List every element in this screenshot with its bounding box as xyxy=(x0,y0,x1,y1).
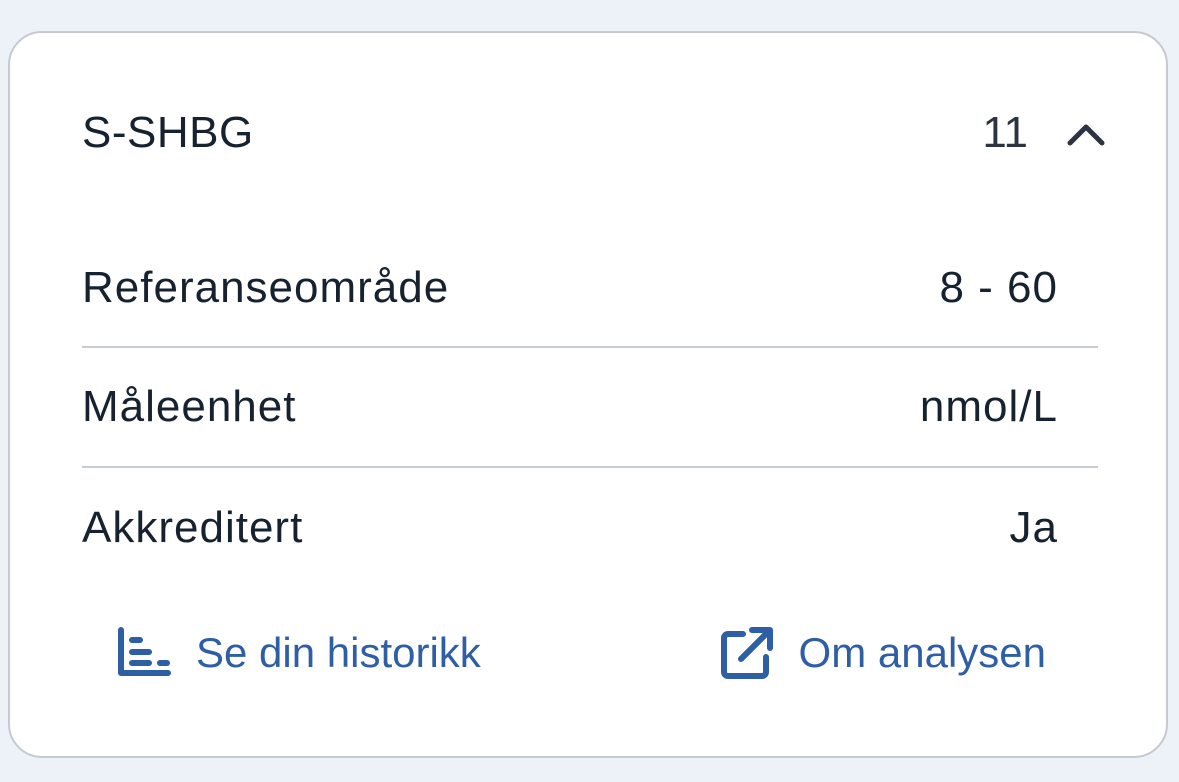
about-link-label: Om analysen xyxy=(798,629,1046,676)
detail-value: 8 - 60 xyxy=(939,263,1058,312)
history-chart-icon xyxy=(118,627,171,676)
analysis-card: S-SHBG 11 Referanseområde 8 - 60 Måleenh… xyxy=(8,31,1168,758)
detail-row-reference-range: Referanseområde 8 - 60 xyxy=(82,253,1098,348)
analysis-name: S-SHBG xyxy=(82,108,254,157)
detail-row-unit: Måleenhet nmol/L xyxy=(82,348,1098,468)
history-link-label: Se din historikk xyxy=(196,629,481,676)
card-header[interactable]: S-SHBG 11 xyxy=(82,105,1106,161)
external-link-icon xyxy=(720,627,773,679)
header-right: 11 xyxy=(982,108,1106,158)
detail-value: Ja xyxy=(1009,503,1058,552)
card-links: Se din historikk Om analysen xyxy=(116,623,1046,683)
about-analysis-link[interactable]: Om analysen xyxy=(719,625,1046,681)
detail-value: nmol/L xyxy=(919,382,1058,431)
history-link[interactable]: Se din historikk xyxy=(116,627,481,679)
detail-label: Referanseområde xyxy=(82,263,450,312)
detail-label: Måleenhet xyxy=(82,382,297,431)
details-list: Referanseområde 8 - 60 Måleenhet nmol/L … xyxy=(82,253,1098,588)
detail-label: Akkreditert xyxy=(82,503,304,552)
detail-row-accredited: Akkreditert Ja xyxy=(82,468,1098,588)
chevron-up-icon[interactable] xyxy=(1066,119,1106,147)
analysis-result: 11 xyxy=(982,108,1028,157)
